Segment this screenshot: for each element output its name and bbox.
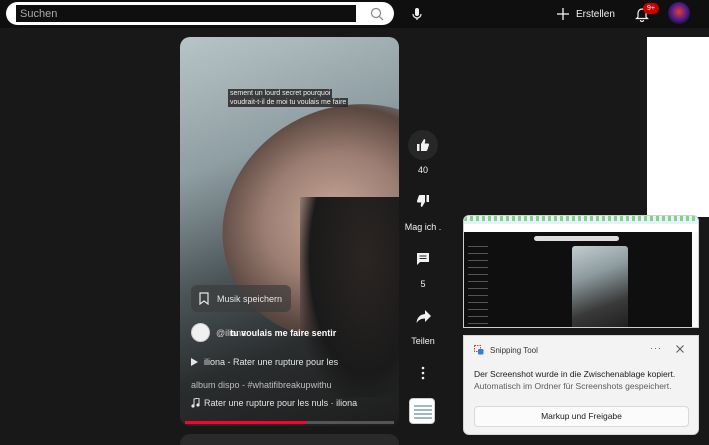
toast-close-button[interactable] <box>676 342 684 356</box>
channel-avatar[interactable] <box>191 323 210 342</box>
preview-page <box>464 232 692 327</box>
preview-sidebar <box>468 246 488 324</box>
toast-app-name: Snipping Tool <box>490 345 538 355</box>
dislike-button[interactable] <box>408 186 438 216</box>
bookmark-icon <box>199 292 209 305</box>
like-count: 40 <box>417 165 428 175</box>
search-input[interactable] <box>16 5 356 22</box>
toast-header: Snipping Tool <box>474 345 538 355</box>
description-line-1: iliona - Rater une rupture pour les <box>204 357 339 367</box>
avatar[interactable] <box>668 2 690 24</box>
save-music-button[interactable]: Musik speichern <box>191 285 291 312</box>
comments-button[interactable] <box>408 244 438 274</box>
progress-fill <box>185 421 307 424</box>
save-music-label: Musik speichern <box>217 293 283 304</box>
preview-address-bar <box>464 224 698 232</box>
more-options-button[interactable] <box>408 358 438 388</box>
close-icon <box>676 345 684 353</box>
preview-video <box>572 246 628 327</box>
top-bar: Erstellen 9+ <box>0 0 709 28</box>
toast-submessage: Automatisch im Ordner für Screenshots ge… <box>474 381 672 391</box>
share-button[interactable] <box>408 301 438 331</box>
video-title: tu voulais me faire sentir <box>230 327 337 338</box>
description-line-2: album dispo - #whatifibreakupwithu <box>191 380 332 390</box>
microphone-icon <box>412 8 422 20</box>
share-label: Teilen <box>411 336 435 346</box>
short-video-player[interactable]: sement un lourd secret pourquoi voudrait… <box>180 37 399 426</box>
video-caption: sement un lourd secret pourquoi voudrait… <box>228 89 349 107</box>
notification-badge: 9+ <box>643 3 659 14</box>
share-icon <box>416 309 431 323</box>
search-button[interactable] <box>362 3 392 24</box>
audio-source-thumbnail[interactable] <box>409 398 435 424</box>
search-box <box>6 2 394 25</box>
notifications-button[interactable]: 9+ <box>634 3 659 24</box>
screenshot-preview[interactable] <box>463 215 699 328</box>
play-icon <box>191 358 198 366</box>
like-button[interactable] <box>408 130 438 160</box>
right-panel-blank <box>647 37 709 217</box>
channel-row: @iliona tu voulais me faire sentir <box>191 323 336 342</box>
comment-count: 5 <box>420 279 426 289</box>
search-icon <box>370 7 384 20</box>
video-progress-bar[interactable] <box>185 421 394 424</box>
voice-search-button[interactable] <box>407 4 427 24</box>
create-label: Erstellen <box>576 8 615 20</box>
preview-tab-strip <box>464 216 698 221</box>
music-link[interactable]: Rater une rupture pour les nuls · iliona <box>191 398 357 408</box>
next-short-preview[interactable] <box>180 434 399 445</box>
toast-message: Der Screenshot wurde in die Zwischenabla… <box>474 369 676 379</box>
music-label: Rater une rupture pour les nuls · iliona <box>204 398 358 408</box>
markup-and-share-button[interactable]: Markup und Freigabe <box>474 406 689 427</box>
preview-search-box <box>534 236 619 241</box>
snipping-tool-notification[interactable]: Snipping Tool ··· Der Screenshot wurde i… <box>463 335 699 435</box>
video-frame-hair <box>300 197 399 397</box>
dislike-icon <box>416 195 429 207</box>
more-vertical-icon <box>421 366 425 380</box>
snipping-tool-icon <box>474 345 484 355</box>
comment-icon <box>417 253 429 265</box>
like-icon <box>417 139 430 151</box>
preview-scrollbar <box>692 232 698 327</box>
music-note-icon <box>191 398 200 408</box>
plus-icon <box>557 8 569 20</box>
toast-more-button[interactable]: ··· <box>650 343 662 353</box>
video-description[interactable]: iliona - Rater une rupture pour les <box>191 357 338 367</box>
create-button[interactable]: Erstellen <box>556 4 615 24</box>
dislike-label: Mag ich . <box>404 222 442 232</box>
youtube-shorts-page: Erstellen 9+ sement un lourd secret pour… <box>0 0 709 445</box>
